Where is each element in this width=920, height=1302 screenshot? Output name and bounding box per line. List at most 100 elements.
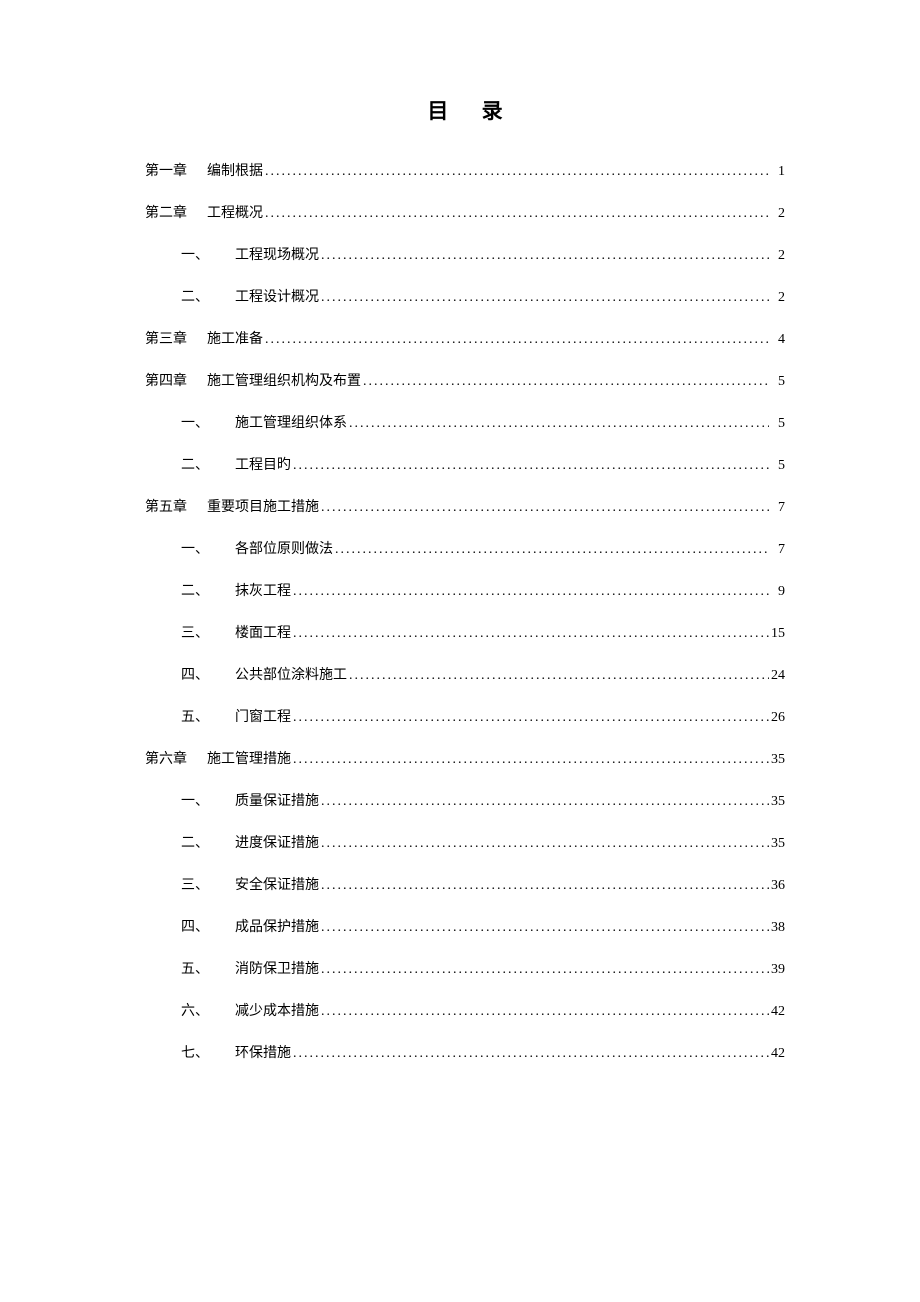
toc-text: 减少成本措施 — [235, 1000, 319, 1020]
toc-entry: 三、 楼面工程 15 — [145, 622, 785, 642]
toc-entry: 五、 门窗工程 26 — [145, 706, 785, 726]
toc-text: 施工准备 — [207, 328, 263, 348]
toc-page: 2 — [771, 248, 785, 264]
toc-text: 质量保证措施 — [235, 790, 319, 810]
toc-page: 39 — [771, 962, 785, 978]
toc-entry: 五、 消防保卫措施 39 — [145, 958, 785, 978]
toc-text: 重要项目施工措施 — [207, 496, 319, 516]
toc-page: 26 — [771, 710, 785, 726]
toc-entry: 三、 安全保证措施 36 — [145, 874, 785, 894]
toc-page: 7 — [771, 542, 785, 558]
toc-leader-dots — [293, 458, 769, 474]
toc-text: 成品保护措施 — [235, 916, 319, 936]
toc-page: 42 — [771, 1046, 785, 1062]
toc-entry: 二、 抹灰工程 9 — [145, 580, 785, 600]
toc-prefix: 五、 — [181, 706, 235, 726]
toc-prefix: 第三章 — [145, 328, 207, 348]
toc-leader-dots — [265, 206, 769, 222]
toc-leader-dots — [293, 584, 769, 600]
toc-text: 工程概况 — [207, 202, 263, 222]
toc-entry: 一、 质量保证措施 35 — [145, 790, 785, 810]
toc-entry: 第一章 编制根据 1 — [145, 160, 785, 180]
toc-prefix: 七、 — [181, 1042, 235, 1062]
toc-leader-dots — [321, 1004, 769, 1020]
toc-page: 15 — [771, 626, 785, 642]
toc-prefix: 二、 — [181, 286, 235, 306]
toc-leader-dots — [349, 668, 769, 684]
toc-text: 进度保证措施 — [235, 832, 319, 852]
toc-text: 施工管理措施 — [207, 748, 291, 768]
toc-leader-dots — [293, 752, 769, 768]
toc-text: 工程现场概况 — [235, 244, 319, 264]
toc-prefix: 一、 — [181, 790, 235, 810]
table-of-contents: 第一章 编制根据 1 第二章 工程概况 2 一、 工程现场概况 2 二、 工程设… — [145, 160, 785, 1062]
toc-page: 5 — [771, 458, 785, 474]
toc-leader-dots — [363, 374, 769, 390]
toc-page: 7 — [771, 500, 785, 516]
toc-page: 9 — [771, 584, 785, 600]
toc-text: 环保措施 — [235, 1042, 291, 1062]
toc-leader-dots — [321, 290, 769, 306]
document-title: 目 录 — [145, 95, 785, 125]
toc-leader-dots — [321, 794, 769, 810]
toc-prefix: 二、 — [181, 832, 235, 852]
toc-prefix: 一、 — [181, 412, 235, 432]
toc-prefix: 五、 — [181, 958, 235, 978]
toc-prefix: 第一章 — [145, 160, 207, 180]
toc-entry: 四、 成品保护措施 38 — [145, 916, 785, 936]
toc-entry: 一、 各部位原则做法 7 — [145, 538, 785, 558]
toc-page: 36 — [771, 878, 785, 894]
toc-page: 2 — [771, 290, 785, 306]
toc-entry: 二、 进度保证措施 35 — [145, 832, 785, 852]
toc-leader-dots — [265, 164, 769, 180]
toc-page: 35 — [771, 794, 785, 810]
toc-leader-dots — [321, 836, 769, 852]
toc-leader-dots — [293, 1046, 769, 1062]
toc-prefix: 一、 — [181, 244, 235, 264]
toc-text: 施工管理组织体系 — [235, 412, 347, 432]
toc-prefix: 二、 — [181, 580, 235, 600]
toc-page: 42 — [771, 1004, 785, 1020]
toc-entry: 一、 施工管理组织体系 5 — [145, 412, 785, 432]
toc-entry: 七、 环保措施 42 — [145, 1042, 785, 1062]
toc-text: 消防保卫措施 — [235, 958, 319, 978]
toc-entry: 第六章 施工管理措施 35 — [145, 748, 785, 768]
toc-text: 工程设计概况 — [235, 286, 319, 306]
toc-entry: 二、 工程设计概况 2 — [145, 286, 785, 306]
toc-leader-dots — [265, 332, 769, 348]
toc-page: 1 — [771, 164, 785, 180]
toc-leader-dots — [293, 626, 769, 642]
toc-prefix: 第四章 — [145, 370, 207, 390]
toc-page: 4 — [771, 332, 785, 348]
toc-text: 安全保证措施 — [235, 874, 319, 894]
toc-leader-dots — [293, 710, 769, 726]
toc-entry: 第四章 施工管理组织机构及布置 5 — [145, 370, 785, 390]
toc-entry: 第三章 施工准备 4 — [145, 328, 785, 348]
toc-prefix: 第五章 — [145, 496, 207, 516]
toc-leader-dots — [335, 542, 769, 558]
toc-text: 施工管理组织机构及布置 — [207, 370, 361, 390]
toc-text: 工程目旳 — [235, 454, 291, 474]
toc-text: 公共部位涂料施工 — [235, 664, 347, 684]
toc-page: 35 — [771, 752, 785, 768]
toc-leader-dots — [349, 416, 769, 432]
toc-entry: 一、 工程现场概况 2 — [145, 244, 785, 264]
toc-prefix: 三、 — [181, 622, 235, 642]
toc-text: 抹灰工程 — [235, 580, 291, 600]
toc-page: 35 — [771, 836, 785, 852]
toc-prefix: 一、 — [181, 538, 235, 558]
toc-leader-dots — [321, 920, 769, 936]
toc-text: 各部位原则做法 — [235, 538, 333, 558]
toc-page: 5 — [771, 374, 785, 390]
toc-prefix: 第六章 — [145, 748, 207, 768]
toc-prefix: 第二章 — [145, 202, 207, 222]
toc-leader-dots — [321, 878, 769, 894]
toc-page: 38 — [771, 920, 785, 936]
toc-entry: 六、 减少成本措施 42 — [145, 1000, 785, 1020]
toc-entry: 第二章 工程概况 2 — [145, 202, 785, 222]
toc-prefix: 六、 — [181, 1000, 235, 1020]
toc-prefix: 三、 — [181, 874, 235, 894]
toc-leader-dots — [321, 962, 769, 978]
toc-entry: 四、 公共部位涂料施工 24 — [145, 664, 785, 684]
toc-page: 5 — [771, 416, 785, 432]
